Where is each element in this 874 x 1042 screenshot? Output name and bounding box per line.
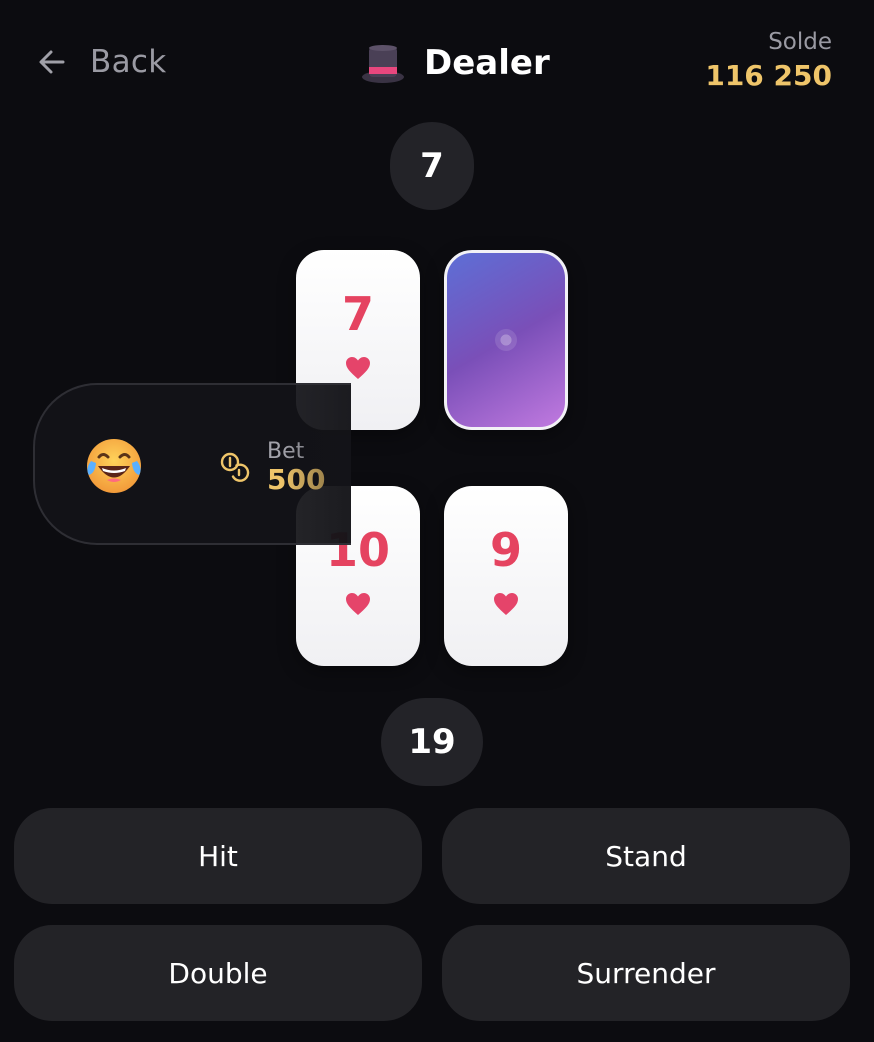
card-back-emblem [495,329,517,351]
stand-button[interactable]: Stand [442,808,850,904]
heart-icon [346,357,370,379]
back-label: Back [90,44,167,80]
arrow-left-icon [39,50,65,74]
balance: Solde 116 250 [705,28,832,96]
hit-button[interactable]: Hit [14,808,422,904]
dealer-score: 7 [390,122,474,210]
heart-icon [494,593,518,615]
heart-icon [346,593,370,615]
blackjack-screen: Back Dealer Solde 116 250 7 7 10 9 Bet 5… [0,0,874,1042]
balance-value: 116 250 [705,59,832,92]
back-button[interactable]: Back [36,40,166,84]
double-button[interactable]: Double [14,925,422,1021]
dealer-card-hidden [444,250,568,430]
top-hat-icon [362,45,404,83]
card-rank: 9 [489,523,522,577]
page-header-title: Dealer [360,38,550,88]
player-bet-panel: Bet 500 [33,383,351,545]
bet-label: Bet [267,439,305,464]
balance-label: Solde [768,29,832,55]
coins-icon [220,452,250,482]
laughing-emoji-avatar [87,439,141,493]
player-score: 19 [381,698,483,786]
surrender-button[interactable]: Surrender [442,925,850,1021]
card-rank: 7 [341,287,374,341]
bet-value: 500 [267,463,326,496]
player-card-2: 9 [444,486,568,666]
page-title: Dealer [424,43,550,83]
